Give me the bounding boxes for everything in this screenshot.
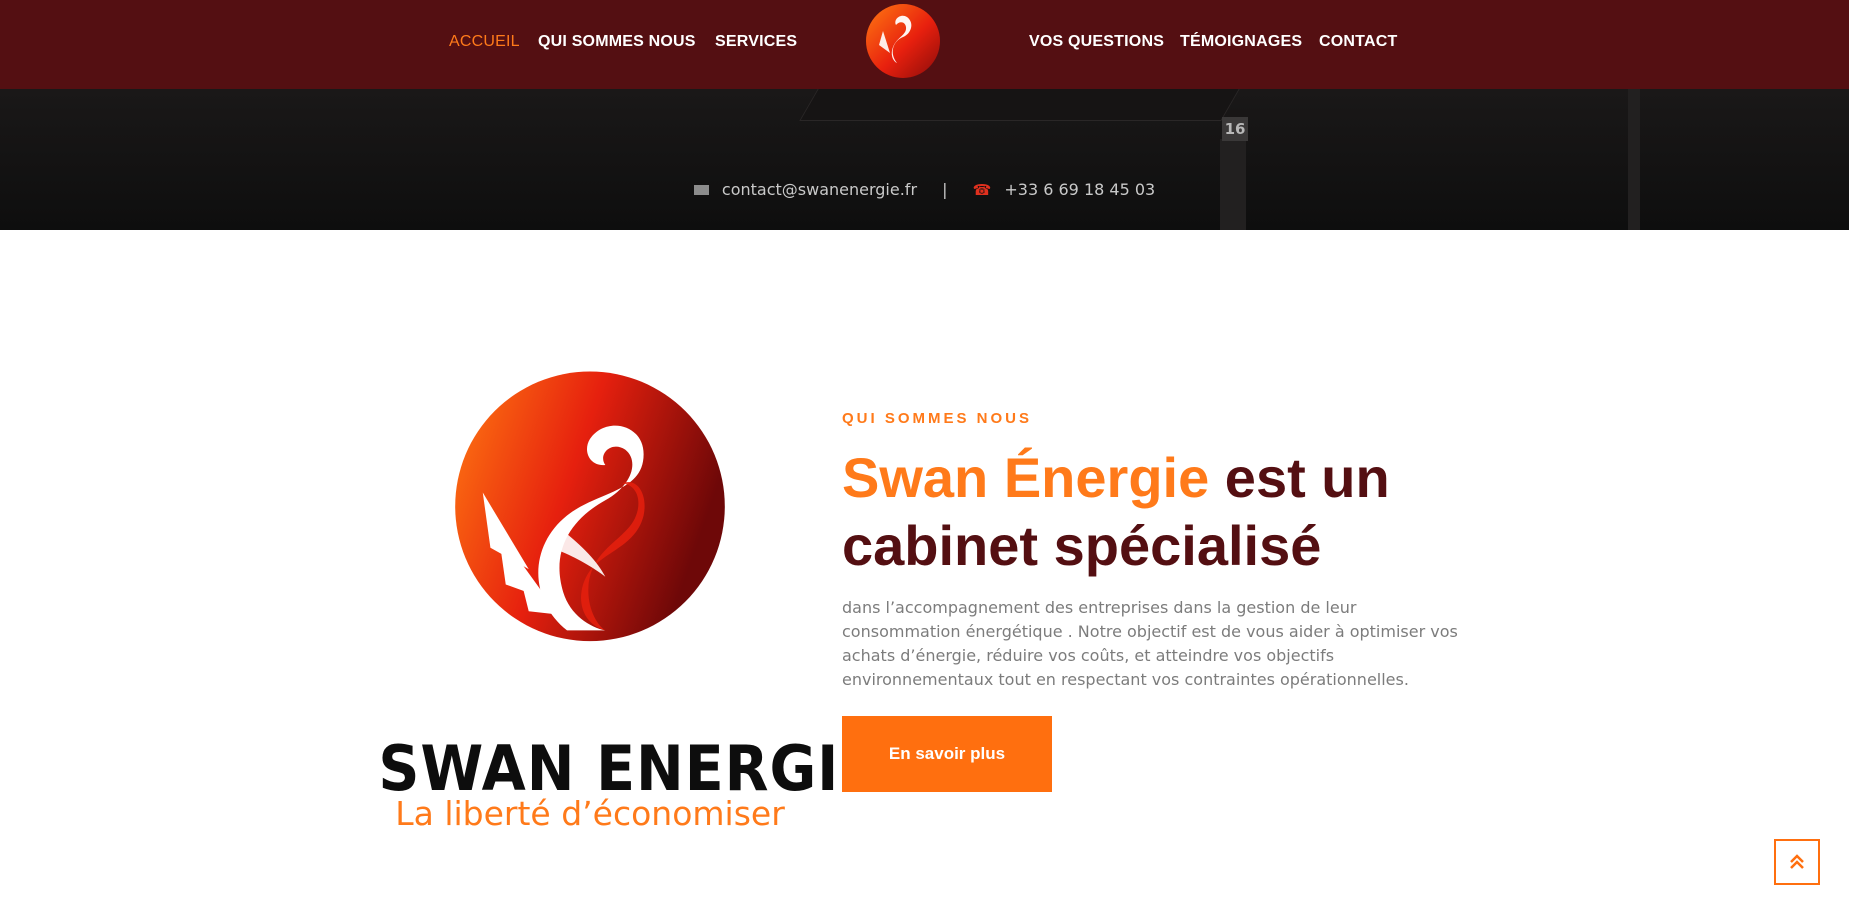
contact-separator: | bbox=[942, 180, 948, 199]
contact-email-link[interactable]: contact@swanenergie.fr bbox=[722, 180, 917, 199]
nav-logo-icon[interactable] bbox=[863, 1, 943, 81]
headline-accent: Swan Énergie bbox=[842, 446, 1210, 509]
section-headline: Swan Énergie est un cabinet spécialisé bbox=[842, 444, 1482, 580]
brand-tagline: La liberté d’économiser bbox=[395, 794, 785, 833]
section-description: dans l’accompagnement des entreprises da… bbox=[842, 598, 1458, 689]
nav-link-vos-questions[interactable]: VOS QUESTIONS bbox=[1029, 33, 1164, 51]
solar-panel-image bbox=[799, 89, 1263, 121]
swan-logo-icon bbox=[455, 371, 725, 642]
nav-link-accueil[interactable]: ACCUEIL bbox=[449, 33, 520, 51]
phone-icon: ☎ bbox=[972, 180, 992, 199]
nav-link-temoignages[interactable]: TÉMOIGNAGES bbox=[1180, 33, 1302, 51]
section-eyebrow: QUI SOMMES NOUS bbox=[842, 410, 1033, 427]
nav-link-contact[interactable]: CONTACT bbox=[1319, 33, 1397, 51]
en-savoir-plus-button[interactable]: En savoir plus bbox=[842, 716, 1052, 792]
panel-number-label: 16 bbox=[1222, 117, 1248, 141]
hero-banner: 16 contact@swanenergie.fr | ☎ +33 6 69 1… bbox=[0, 89, 1849, 230]
nav-link-qui-sommes-nous[interactable]: QUI SOMMES NOUS bbox=[538, 33, 696, 51]
double-chevron-up-icon bbox=[1790, 854, 1804, 869]
contact-row: contact@swanenergie.fr | ☎ +33 6 69 18 4… bbox=[0, 179, 1849, 199]
solar-post-image bbox=[1628, 89, 1640, 230]
nav-link-services[interactable]: SERVICES bbox=[715, 33, 797, 51]
envelope-icon bbox=[693, 184, 709, 195]
scroll-to-top-button[interactable] bbox=[1774, 839, 1820, 885]
contact-phone-link[interactable]: +33 6 69 18 45 03 bbox=[1004, 180, 1155, 199]
main-navbar: ACCUEIL QUI SOMMES NOUS SERVICES VOS QUE… bbox=[0, 0, 1849, 89]
